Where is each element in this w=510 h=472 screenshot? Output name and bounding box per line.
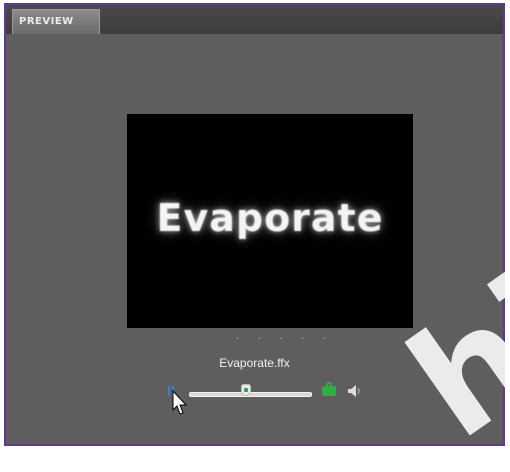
playback-slider[interactable] xyxy=(189,392,312,397)
preview-filename: Evaporate.ffx xyxy=(219,356,290,370)
speaker-icon[interactable] xyxy=(347,383,361,397)
preview-panel: PREVIEW Evaporate . . . . . Evaporate.ff… xyxy=(4,3,510,472)
tab-preview[interactable]: PREVIEW xyxy=(12,9,100,35)
preview-animated-text: Evaporate xyxy=(156,196,384,240)
preview-panel-body: Evaporate . . . . . Evaporate.ffx hi xyxy=(6,34,510,472)
panel-tab-bar: PREVIEW xyxy=(6,5,503,35)
preview-viewport: Evaporate xyxy=(127,114,413,328)
mouse-cursor xyxy=(172,389,188,416)
preview-indicator-dots: . . . . . xyxy=(236,332,334,342)
playback-slider-thumb[interactable] xyxy=(241,385,250,395)
playback-controls xyxy=(6,378,503,402)
loop-icon[interactable] xyxy=(322,382,336,396)
